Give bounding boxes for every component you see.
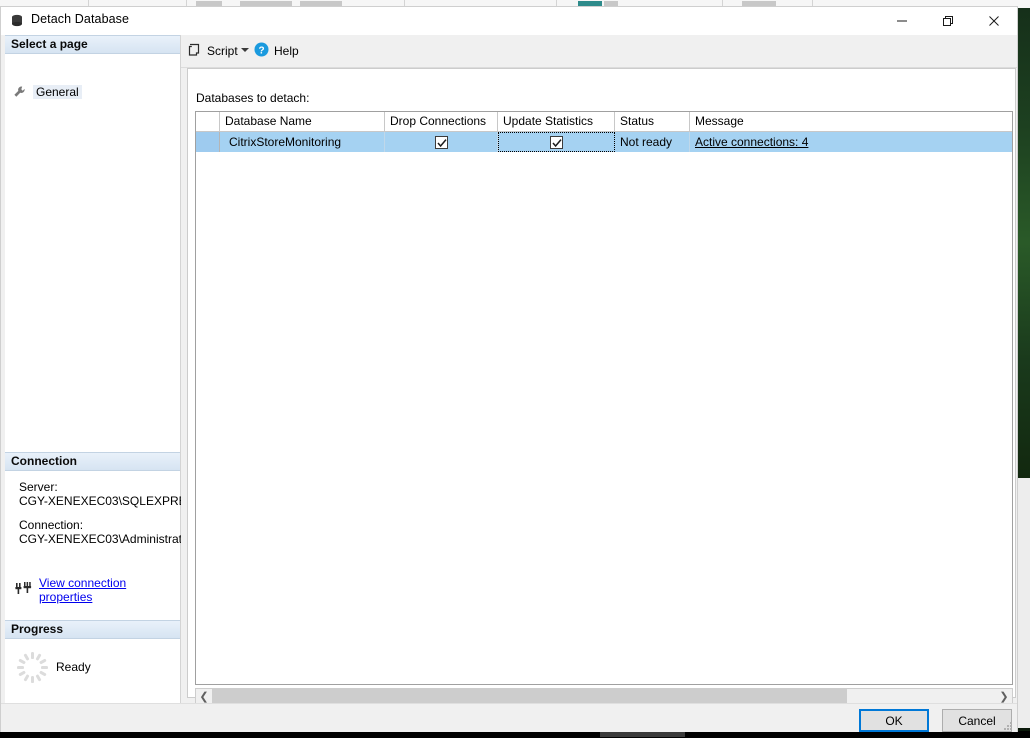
progress-status-label: Ready: [56, 660, 91, 674]
cell-update-statistics[interactable]: [498, 132, 615, 152]
grid-header-update-statistics[interactable]: Update Statistics: [498, 112, 615, 131]
general-page-panel: Databases to detach: Database Name Drop …: [187, 68, 1016, 705]
close-icon: [989, 16, 999, 26]
svg-text:?: ?: [258, 45, 264, 56]
grid-header-row: Database Name Drop Connections Update St…: [196, 112, 1012, 132]
connection-plug-icon: [15, 581, 32, 599]
background-taskbar: [0, 731, 1030, 738]
help-button[interactable]: ? Help: [254, 41, 299, 61]
progress-header: Progress: [5, 620, 180, 639]
dialog-footer: OK Cancel: [1, 703, 1017, 732]
update-statistics-checkbox[interactable]: [550, 135, 563, 149]
connection-header: Connection: [5, 452, 180, 471]
grid-header-database-name[interactable]: Database Name: [220, 112, 385, 131]
connection-label: Connection:: [19, 518, 84, 532]
grid-header-rowselector: [196, 112, 220, 131]
progress-spinner-icon: [16, 651, 49, 684]
view-connection-properties-row[interactable]: View connection properties: [15, 576, 180, 604]
scroll-right-icon[interactable]: ❯: [996, 689, 1012, 704]
help-question-icon: ?: [254, 42, 269, 60]
connection-details: Server: CGY-XENEXEC03\SQLEXPRESS Connect…: [5, 471, 203, 546]
grid-header-status[interactable]: Status: [615, 112, 690, 131]
connection-header-label: Connection: [11, 454, 77, 468]
script-button[interactable]: Script: [187, 41, 238, 61]
progress-section: Progress Ready: [5, 620, 180, 707]
cell-message[interactable]: Active connections: 4: [690, 132, 1012, 152]
title-bar: Detach Database: [1, 7, 1017, 35]
help-label: Help: [274, 44, 299, 58]
database-icon: [9, 13, 25, 29]
server-label: Server:: [19, 480, 58, 494]
table-row[interactable]: CitrixStoreMonitoring Not ready Active c…: [196, 132, 1012, 152]
script-label: Script: [207, 44, 238, 58]
close-button[interactable]: [971, 7, 1017, 35]
scrollbar-track[interactable]: [212, 689, 996, 704]
wrench-icon: [13, 85, 27, 99]
row-selector-cell[interactable]: [196, 132, 220, 152]
dialog-toolbar: Script ? Help: [181, 35, 1017, 68]
cell-database-name[interactable]: CitrixStoreMonitoring: [220, 132, 385, 152]
restore-button[interactable]: [925, 7, 971, 35]
scrollbar-thumb[interactable]: [212, 689, 848, 704]
drop-connections-checkbox[interactable]: [434, 135, 448, 149]
background-right-panel: [1018, 478, 1030, 728]
detach-database-dialog: Detach Database Select a page General Co…: [0, 6, 1018, 732]
connection-section: Connection Server: CGY-XENEXEC03\SQLEXPR…: [5, 452, 203, 546]
background-desktop-wallpaper: [1018, 8, 1030, 478]
resize-grip[interactable]: [1004, 722, 1014, 732]
chevron-down-icon[interactable]: [241, 48, 249, 52]
select-a-page-header: Select a page: [5, 35, 180, 54]
screen: Detach Database Select a page General Co…: [0, 0, 1030, 738]
sidebar-item-general[interactable]: General: [13, 84, 82, 100]
progress-body: Ready: [5, 639, 180, 707]
databases-grid[interactable]: Database Name Drop Connections Update St…: [195, 111, 1013, 685]
databases-to-detach-label: Databases to detach:: [196, 91, 310, 105]
scroll-left-icon[interactable]: ❮: [196, 689, 212, 704]
progress-header-label: Progress: [11, 622, 64, 636]
minimize-button[interactable]: [879, 7, 925, 35]
minimize-icon: [897, 20, 907, 22]
sidebar: Select a page General Connection Server:…: [5, 35, 203, 703]
view-connection-properties-link[interactable]: View connection properties: [39, 576, 180, 604]
grid-header-drop-connections[interactable]: Drop Connections: [385, 112, 498, 131]
select-a-page-label: Select a page: [11, 37, 88, 51]
content-pane: Script ? Help Databases to detach: Datab…: [181, 35, 1017, 705]
sidebar-item-general-label: General: [33, 85, 82, 99]
restore-icon: [943, 16, 953, 26]
script-icon: [187, 42, 202, 60]
grid-header-message[interactable]: Message: [690, 112, 1012, 131]
window-title: Detach Database: [31, 12, 130, 26]
cell-status[interactable]: Not ready: [615, 132, 690, 152]
server-value: CGY-XENEXEC03\SQLEXPRESS: [19, 494, 203, 508]
cell-drop-connections[interactable]: [385, 132, 498, 152]
ok-button[interactable]: OK: [859, 709, 929, 732]
cancel-button[interactable]: Cancel: [942, 709, 1012, 732]
connection-value: CGY-XENEXEC03\Administrator: [19, 532, 193, 546]
active-connections-link[interactable]: Active connections: 4: [690, 135, 808, 149]
